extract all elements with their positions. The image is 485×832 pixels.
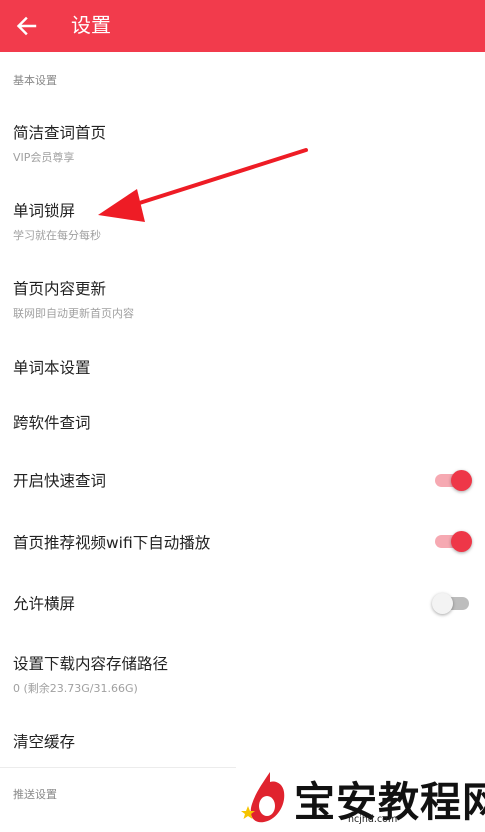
setting-sublabel: 学习就在每分每秒 (13, 229, 101, 242)
setting-label: 设置下载内容存储路径 (13, 655, 169, 673)
setting-sublabel: 联网即自动更新首页内容 (13, 307, 134, 320)
back-button[interactable] (0, 0, 52, 52)
setting-label: 单词锁屏 (13, 202, 76, 220)
toggle-knob (451, 470, 472, 491)
page-title: 设置 (71, 13, 111, 37)
setting-label: 首页推荐视频wifi下自动播放 (13, 534, 211, 552)
setting-sublabel: 0 (剩余23.73G/31.66G) (13, 682, 138, 695)
landscape-toggle[interactable] (432, 591, 474, 615)
setting-item-wordbook[interactable]: 单词本设置 (0, 344, 485, 390)
setting-sublabel: VIP会员尊享 (13, 151, 75, 164)
setting-item-home-content-update[interactable]: 首页内容更新 联网即自动更新首页内容 (0, 262, 485, 326)
section-header-push: 推送设置 (13, 788, 57, 801)
setting-item-simple-home[interactable]: 简洁查词首页 VIP会员尊享 (0, 106, 485, 170)
watermark: 宝安教程网 hcjhd.com (236, 766, 485, 832)
setting-item-download-path[interactable]: 设置下载内容存储路径 0 (剩余23.73G/31.66G) (0, 637, 485, 703)
setting-item-landscape[interactable]: 允许横屏 (0, 580, 485, 626)
setting-label: 单词本设置 (13, 359, 91, 377)
setting-item-clear-cache[interactable]: 清空缓存 (0, 718, 485, 764)
quick-lookup-toggle[interactable] (432, 468, 474, 492)
app-bar: 设置 (0, 0, 485, 52)
setting-label: 清空缓存 (13, 733, 76, 751)
setting-label: 首页内容更新 (13, 280, 107, 298)
setting-label: 简洁查词首页 (13, 124, 107, 142)
setting-item-autoplay-video[interactable]: 首页推荐视频wifi下自动播放 (0, 519, 485, 565)
setting-label: 允许横屏 (13, 595, 76, 613)
toggle-knob (451, 531, 472, 552)
setting-item-cross-app-lookup[interactable]: 跨软件查词 (0, 399, 485, 445)
watermark-url: hcjhd.com (348, 814, 398, 825)
setting-label: 跨软件查词 (13, 414, 91, 432)
watermark-logo-icon (241, 772, 285, 823)
arrow-left-icon (16, 16, 37, 36)
autoplay-video-toggle[interactable] (432, 529, 474, 553)
toggle-knob (432, 593, 453, 614)
setting-label: 开启快速查词 (13, 472, 107, 490)
setting-item-word-lockscreen[interactable]: 单词锁屏 学习就在每分每秒 (0, 184, 485, 248)
section-header-basic: 基本设置 (13, 74, 57, 87)
setting-item-quick-lookup[interactable]: 开启快速查词 (0, 457, 485, 503)
